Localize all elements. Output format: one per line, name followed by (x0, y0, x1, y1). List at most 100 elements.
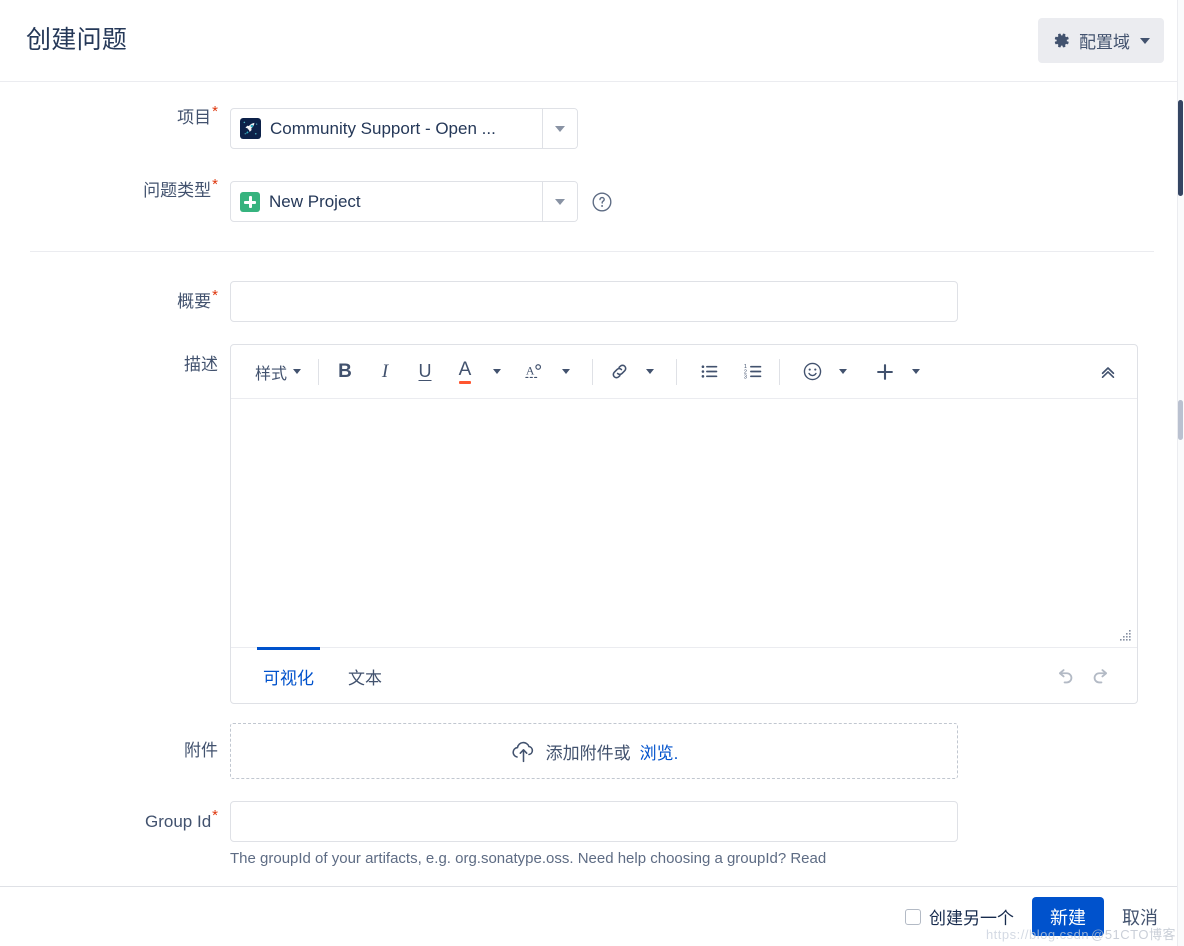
group-id-help-text: The groupId of your artifacts, e.g. org.… (230, 850, 827, 867)
text-color-label: A (458, 360, 471, 384)
editor-toolbar: 样式 B I U A A 1 2 3 (231, 345, 1137, 399)
field-row-attachment: 附件 添加附件或 浏览. (0, 723, 1184, 779)
dialog-body: 项目* Community Support - Open ... 问题类型* N… (0, 82, 1184, 886)
project-label-text: 项目 (177, 108, 212, 127)
group-id-field-wrap: The groupId of your artifacts, e.g. org.… (230, 801, 958, 870)
chevron-down-icon (562, 369, 571, 374)
more-formatting-dropdown[interactable] (551, 355, 581, 389)
group-id-input[interactable] (230, 801, 958, 842)
chevron-double-up-icon (1101, 366, 1115, 378)
toolbar-divider (592, 358, 594, 385)
cancel-button[interactable]: 取消 (1118, 904, 1162, 930)
insert-button[interactable] (870, 355, 900, 389)
more-formatting-button[interactable]: A (520, 355, 550, 389)
project-select-arrow[interactable] (542, 109, 577, 148)
question-circle-icon[interactable] (591, 191, 613, 213)
numbered-list-button[interactable]: 1 2 3 (738, 355, 768, 389)
svg-text:3: 3 (743, 374, 746, 380)
underline-label: U (418, 361, 432, 381)
link-button[interactable] (604, 355, 634, 389)
underline-button[interactable]: U (410, 355, 440, 389)
field-row-summary: 概要* (0, 281, 1184, 322)
plus-square-icon (240, 191, 260, 212)
page-title: 创建问题 (26, 26, 128, 54)
field-row-project: 项目* Community Support - Open ... (0, 104, 1184, 149)
rocket-icon (240, 118, 261, 139)
configure-fields-button[interactable]: 配置域 (1038, 18, 1164, 63)
summary-label: 概要* (0, 281, 230, 312)
tab-visual[interactable]: 可视化 (257, 647, 320, 703)
create-issue-dialog: 创建问题 配置域 项目* Community Support - Open ..… (0, 0, 1184, 946)
field-row-issue-type: 问题类型* New Project (0, 177, 1184, 222)
create-another-label: 创建另一个 (929, 909, 1014, 928)
chevron-down-icon (555, 125, 565, 132)
insert-dropdown[interactable] (901, 355, 931, 389)
project-select[interactable]: Community Support - Open ... (230, 108, 578, 149)
issue-type-select-value: New Project (269, 191, 361, 211)
chevron-down-icon (493, 369, 502, 374)
description-label-text: 描述 (184, 355, 218, 374)
chevron-down-icon (293, 369, 302, 374)
required-marker: * (212, 103, 218, 121)
section-divider (30, 251, 1154, 252)
dialog-scrollbar-thumb[interactable] (1178, 400, 1183, 440)
resize-grip-icon[interactable] (1118, 629, 1132, 643)
cloud-upload-icon (512, 741, 533, 762)
undo-button[interactable] (1047, 648, 1083, 703)
collapse-toolbar-button[interactable] (1093, 355, 1123, 389)
issue-type-label-text: 问题类型 (143, 181, 212, 200)
issue-type-select-arrow[interactable] (542, 182, 577, 221)
undo-icon (1058, 668, 1073, 683)
chevron-down-icon (1140, 37, 1150, 44)
required-marker: * (212, 807, 218, 825)
link-dropdown[interactable] (635, 355, 665, 389)
configure-fields-label: 配置域 (1079, 33, 1130, 52)
bullet-list-icon (701, 365, 717, 378)
attachment-drop-text: 添加附件或 (545, 743, 631, 763)
text-color-dropdown[interactable] (482, 355, 512, 389)
description-textarea[interactable] (231, 399, 1137, 647)
field-row-description: 描述 样式 B I U A A 1 2 3 可视化 文本 (0, 344, 1184, 704)
dialog-footer: 创建另一个 新建 取消 (0, 886, 1184, 946)
submit-button[interactable]: 新建 (1032, 897, 1104, 936)
link-icon (612, 364, 626, 379)
emoji-dropdown[interactable] (828, 355, 858, 389)
attachment-dropzone[interactable]: 添加附件或 浏览. (230, 723, 958, 779)
attachment-label-text: 附件 (184, 741, 218, 760)
project-select-value-wrap[interactable]: Community Support - Open ... (231, 109, 542, 148)
required-marker: * (212, 287, 218, 305)
toolbar-divider (779, 358, 781, 385)
group-id-label-text: Group Id (145, 812, 212, 831)
create-another-checkbox[interactable] (905, 908, 921, 925)
gear-icon (1054, 33, 1069, 48)
description-label: 描述 (0, 344, 230, 375)
bullet-list-button[interactable] (694, 355, 724, 389)
bold-label: B (338, 360, 352, 382)
dialog-header: 创建问题 配置域 (0, 0, 1184, 82)
text-style-dropdown[interactable]: 样式 (249, 355, 307, 389)
numbered-list-icon: 1 2 3 (743, 364, 761, 380)
text-style-label: 样式 (255, 365, 288, 383)
redo-button[interactable] (1083, 648, 1119, 703)
issue-type-select-value-wrap[interactable]: New Project (231, 182, 542, 221)
editor-footer: 可视化 文本 (231, 647, 1137, 703)
italic-label: I (381, 360, 389, 382)
tab-text[interactable]: 文本 (342, 647, 388, 703)
group-id-label: Group Id* (0, 801, 230, 832)
bold-button[interactable]: B (330, 355, 360, 389)
summary-input[interactable] (230, 281, 958, 322)
window-scrollbar-thumb[interactable] (1178, 100, 1183, 196)
toolbar-divider (318, 358, 320, 385)
emoji-button[interactable] (797, 355, 827, 389)
chevron-down-icon (646, 369, 655, 374)
text-color-button[interactable]: A (450, 355, 480, 389)
chevron-down-icon (555, 198, 565, 205)
toolbar-divider (676, 358, 678, 385)
superscript-icon: A (525, 363, 542, 378)
field-row-group-id: Group Id* The groupId of your artifacts,… (0, 801, 1184, 870)
attachment-browse-link[interactable]: 浏览. (640, 739, 679, 764)
italic-button[interactable]: I (370, 355, 400, 389)
create-another-checkbox-wrap[interactable]: 创建另一个 (905, 904, 1014, 929)
issue-type-select[interactable]: New Project (230, 181, 578, 222)
window-scrollbar[interactable] (1177, 0, 1184, 946)
